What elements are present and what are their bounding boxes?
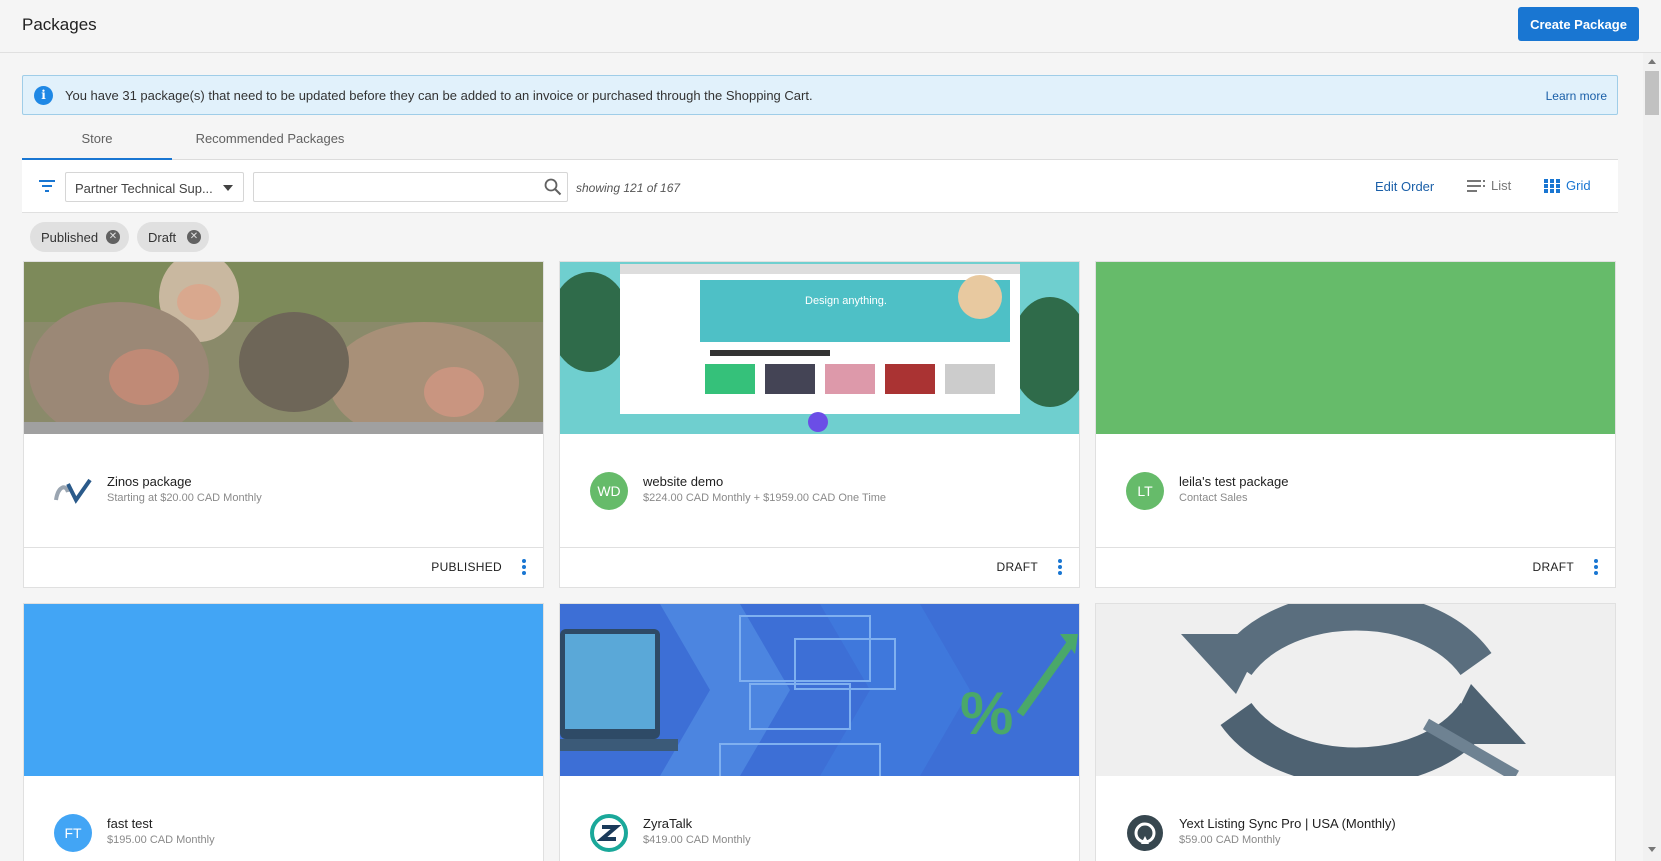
- tab-bar: Store Recommended Packages: [22, 122, 1618, 160]
- package-name: fast test: [107, 816, 153, 831]
- package-card-footer: PUBLISHED: [24, 547, 543, 586]
- package-card-body: ZyraTalk $419.00 CAD Monthly: [560, 776, 1079, 861]
- page-scrollbar[interactable]: [1643, 53, 1661, 861]
- results-count: showing 121 of 167: [576, 181, 681, 195]
- package-image-design: Design anything.: [560, 262, 1079, 434]
- package-card-body: LT leila's test package Contact Sales: [1096, 434, 1615, 547]
- page-title: Packages: [22, 15, 97, 34]
- tab-store[interactable]: Store: [22, 122, 172, 160]
- filter-toolbar: Partner Technical Sup... showing 121 of …: [22, 160, 1618, 213]
- package-name: Zinos package: [107, 474, 192, 489]
- package-card[interactable]: Yext Listing Sync Pro | USA (Monthly) $5…: [1095, 603, 1616, 861]
- package-card[interactable]: Zinos package Starting at $20.00 CAD Mon…: [23, 261, 544, 588]
- list-view-label: List: [1491, 178, 1512, 193]
- list-view-toggle[interactable]: List: [1467, 178, 1511, 193]
- filter-icon[interactable]: [38, 177, 56, 195]
- package-image-blue: [24, 604, 543, 776]
- grid-icon: [1544, 179, 1560, 193]
- package-image-chat: %: [560, 604, 1079, 776]
- grid-view-label: Grid: [1566, 178, 1591, 193]
- edit-order-button[interactable]: Edit Order: [1375, 179, 1434, 194]
- package-card-body: Zinos package Starting at $20.00 CAD Mon…: [24, 434, 543, 547]
- package-price: $224.00 CAD Monthly + $1959.00 CAD One T…: [643, 492, 887, 504]
- learn-more-link[interactable]: Learn more: [1546, 89, 1607, 103]
- avatar: LT: [1126, 472, 1164, 510]
- package-price: $419.00 CAD Monthly: [643, 834, 751, 846]
- package-card-footer: DRAFT: [560, 547, 1079, 586]
- partner-filter-select[interactable]: Partner Technical Sup...: [65, 172, 244, 202]
- banner-text: You have 31 package(s) that need to be u…: [65, 88, 813, 103]
- package-price: $59.00 CAD Monthly: [1179, 834, 1281, 846]
- info-icon: i: [34, 86, 53, 105]
- scrollbar-thumb[interactable]: [1645, 71, 1659, 115]
- status-badge: PUBLISHED: [431, 560, 502, 574]
- more-options-icon[interactable]: [1593, 559, 1599, 577]
- package-name: ZyraTalk: [643, 816, 693, 831]
- package-card[interactable]: % ZyraTalk $419.00 CAD Monthly: [559, 603, 1080, 861]
- yext-sync-logo-icon: [1127, 815, 1163, 851]
- search-input[interactable]: [253, 172, 568, 202]
- package-image-green: [1096, 262, 1615, 434]
- package-card[interactable]: FT fast test $195.00 CAD Monthly: [23, 603, 544, 861]
- package-card-body: Yext Listing Sync Pro | USA (Monthly) $5…: [1096, 776, 1615, 861]
- chip-label: Published: [41, 230, 99, 245]
- zyratalk-logo-icon: [590, 814, 628, 852]
- package-image-monkeys: [24, 262, 543, 434]
- package-card[interactable]: LT leila's test package Contact Sales DR…: [1095, 261, 1616, 588]
- scroll-down-icon[interactable]: [1648, 847, 1656, 852]
- package-price: $195.00 CAD Monthly: [107, 834, 215, 846]
- chevron-down-icon: [223, 185, 233, 191]
- svg-text:Design anything.: Design anything.: [805, 295, 887, 307]
- update-notice-banner: i You have 31 package(s) that need to be…: [22, 75, 1618, 115]
- package-price: Starting at $20.00 CAD Monthly: [107, 492, 262, 504]
- chip-published: Published ✕: [30, 222, 129, 252]
- page-header: Packages Create Package: [0, 0, 1661, 53]
- package-name: website demo: [643, 474, 724, 489]
- package-name: leila's test package: [1179, 474, 1289, 489]
- svg-text:%: %: [960, 680, 1013, 747]
- package-image-sync: [1096, 604, 1615, 776]
- status-badge: DRAFT: [996, 560, 1038, 574]
- search-icon[interactable]: [544, 178, 562, 196]
- chip-draft: Draft ✕: [137, 222, 209, 252]
- avatar: WD: [590, 472, 628, 510]
- more-options-icon[interactable]: [1057, 559, 1063, 577]
- package-card[interactable]: Design anything. WD website demo $224.00…: [559, 261, 1080, 588]
- grid-view-toggle[interactable]: Grid: [1544, 178, 1591, 193]
- remove-chip-icon[interactable]: ✕: [187, 230, 201, 244]
- partner-filter-value: Partner Technical Sup...: [75, 181, 213, 196]
- package-name: Yext Listing Sync Pro | USA (Monthly): [1179, 816, 1396, 831]
- vendor-logo-icon: [54, 478, 92, 504]
- package-card-body: FT fast test $195.00 CAD Monthly: [24, 776, 543, 861]
- more-options-icon[interactable]: [521, 559, 527, 577]
- package-card-footer: DRAFT: [1096, 547, 1615, 586]
- tab-recommended-packages[interactable]: Recommended Packages: [172, 122, 368, 160]
- status-badge: DRAFT: [1532, 560, 1574, 574]
- chip-label: Draft: [148, 230, 177, 245]
- remove-chip-icon[interactable]: ✕: [106, 230, 120, 244]
- scroll-up-icon[interactable]: [1648, 59, 1656, 64]
- avatar: FT: [54, 814, 92, 852]
- package-card-body: WD website demo $224.00 CAD Monthly + $1…: [560, 434, 1079, 547]
- list-icon: [1467, 180, 1485, 192]
- create-package-button[interactable]: Create Package: [1518, 7, 1639, 41]
- package-price: Contact Sales: [1179, 492, 1248, 504]
